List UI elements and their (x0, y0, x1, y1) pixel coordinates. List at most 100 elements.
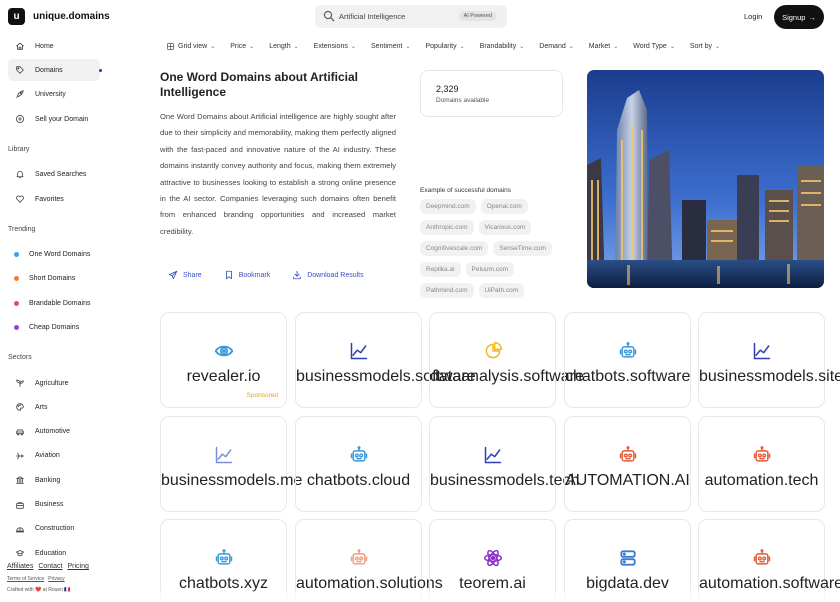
filter-bar: Grid view ⌄ Price ⌄ Length ⌄ Extensions ⌄ Sentim… (166, 40, 735, 52)
sidebar-item-favorites[interactable]: Favorites (8, 188, 100, 210)
page-description: One Word Domains about Artificial intell… (160, 112, 396, 236)
example-domain-chip[interactable]: UiPath.com (478, 283, 525, 298)
filter-popularity[interactable]: Popularity ⌄ (426, 40, 465, 52)
sidebar-item-construction[interactable]: Construction (8, 518, 100, 540)
domain-card[interactable]: businessmodels.software (295, 312, 476, 408)
sidebar-item-business[interactable]: Business (8, 494, 100, 516)
sidebar-item-one-word-domains[interactable]: One Word Domains (8, 243, 100, 265)
sidebar-item-saved-searches[interactable]: Saved Searches (8, 163, 100, 185)
sidebar-item-arts[interactable]: Arts (8, 396, 100, 418)
robot-icon (348, 445, 370, 465)
sidebar-item-automotive[interactable]: Automotive (8, 421, 100, 443)
sidebar-item-label: Education (35, 549, 67, 557)
footer-link-affiliates[interactable]: Affiliates (7, 563, 33, 570)
sidebar-item-label: Aviation (35, 452, 60, 460)
download-icon (292, 270, 302, 280)
action-label: Share (183, 271, 202, 279)
filter-sort-by[interactable]: Sort by ⌄ (690, 40, 720, 52)
filter-brandability[interactable]: Brandability ⌄ (480, 40, 525, 52)
login-link[interactable]: Login (744, 12, 762, 21)
trending-dot-icon (14, 251, 19, 257)
graduation-icon (15, 548, 25, 558)
example-domain-chip[interactable]: Deepmind.com (420, 199, 476, 214)
sidebar-item-short-domains[interactable]: Short Domains (8, 267, 100, 289)
sidebar-item-education[interactable]: Education (8, 542, 100, 564)
action-label: Bookmark (238, 271, 271, 279)
domains-available-card: 2,329 Domains available (420, 70, 563, 117)
example-domain-chip[interactable]: SenseTime.com (493, 241, 553, 256)
chart-line-icon (348, 341, 370, 361)
footer-small-link[interactable]: Privacy (48, 576, 64, 582)
domain-card[interactable]: AUTOMATION.AI (564, 416, 691, 512)
sidebar-item-aviation[interactable]: Aviation (8, 445, 100, 467)
example-domain-chip[interactable]: Pathmind.com (420, 283, 474, 298)
domain-card[interactable]: businessmodels.site (698, 312, 840, 408)
home-icon (15, 41, 25, 51)
sidebar-item-label: Construction (35, 525, 75, 533)
domain-card[interactable]: dataanalysis.software (429, 312, 584, 408)
bell-icon (15, 169, 25, 179)
car-icon (15, 427, 25, 437)
active-indicator (99, 69, 102, 72)
sidebar-item-agriculture[interactable]: Agriculture (8, 372, 100, 394)
domain-card[interactable]: chatbots.software (564, 312, 691, 408)
example-domain-chip[interactable]: Petuum.com (465, 262, 515, 277)
sidebar-item-cheap-domains[interactable]: Cheap Domains (8, 316, 100, 338)
domain-card[interactable]: chatbots.cloud (295, 416, 422, 512)
domain-card[interactable]: revealer.io Sponsored (160, 312, 287, 408)
heart-icon (15, 194, 25, 204)
sidebar-item-label: Saved Searches (35, 170, 87, 178)
helmet-icon (15, 524, 25, 534)
search-input[interactable]: Artificial Intelligence AI Powered (315, 5, 507, 28)
grid-icon (166, 42, 175, 51)
footer-link-pricing[interactable]: Pricing (67, 563, 88, 570)
filter-label: Word Type (633, 42, 667, 50)
sidebar-item-domains[interactable]: Domains (8, 59, 100, 81)
sidebar-item-banking[interactable]: Banking (8, 469, 100, 491)
sidebar-item-brandable-domains[interactable]: Brandable Domains (8, 292, 100, 314)
domain-card[interactable]: businessmodels.me (160, 416, 302, 512)
sidebar-item-label: Domains (35, 66, 63, 74)
tag-icon (15, 65, 25, 75)
bookmark-button[interactable]: Bookmark (224, 270, 271, 280)
example-domain-chip[interactable]: Openai.com (480, 199, 528, 214)
filter-grid-view[interactable]: Grid view ⌄ (166, 40, 215, 52)
domain-name: AUTOMATION.AI (565, 472, 690, 489)
share-button[interactable]: Share (168, 270, 202, 280)
sidebar-item-label: Cheap Domains (29, 323, 80, 331)
domains-count: 2,329 (436, 84, 459, 94)
example-domain-chip[interactable]: Vicarious.com (478, 220, 532, 235)
download-results-button[interactable]: Download Results (292, 270, 364, 280)
domain-card[interactable]: automation.tech (698, 416, 825, 512)
example-domain-chip[interactable]: Anthropic.com (420, 220, 474, 235)
filter-sentiment[interactable]: Sentiment ⌄ (371, 40, 411, 52)
filter-length[interactable]: Length ⌄ (269, 40, 298, 52)
filter-extensions[interactable]: Extensions ⌄ (314, 40, 356, 52)
domain-card[interactable]: businessmodels.tech (429, 416, 579, 512)
sidebar-item-label: Favorites (35, 195, 64, 203)
filter-price[interactable]: Price ⌄ (230, 40, 254, 52)
sidebar-item-label: Sell your Domain (35, 115, 89, 123)
logo[interactable]: u (8, 8, 25, 25)
footer-link-contact[interactable]: Contact (38, 563, 62, 570)
sidebar-item-home[interactable]: Home (8, 35, 100, 57)
robot-icon (617, 341, 639, 361)
filter-word-type[interactable]: Word Type ⌄ (633, 40, 675, 52)
filter-market[interactable]: Market ⌄ (589, 40, 618, 52)
sidebar-item-sell-your-domain[interactable]: Sell your Domain (8, 108, 100, 130)
eye-icon (213, 341, 235, 361)
example-domain-chip[interactable]: Replika.ai (420, 262, 461, 277)
sprout-icon (15, 378, 25, 388)
signup-button[interactable]: Signup → (774, 5, 824, 29)
sponsored-label: Sponsored (246, 392, 278, 399)
robot-icon (751, 445, 773, 465)
filter-label: Grid view (178, 42, 208, 50)
chevron-down-icon: ⌄ (405, 43, 411, 50)
bank-icon (15, 475, 25, 485)
example-domain-chip[interactable]: Cognitivescale.com (420, 241, 489, 256)
footer-small-link[interactable]: Terms of Service (7, 576, 44, 582)
filter-demand[interactable]: Demand ⌄ (539, 40, 574, 52)
brand-name[interactable]: unique.domains (33, 11, 110, 22)
sidebar-item-university[interactable]: University (8, 83, 100, 105)
domains-count-label: Domains available (436, 97, 490, 104)
